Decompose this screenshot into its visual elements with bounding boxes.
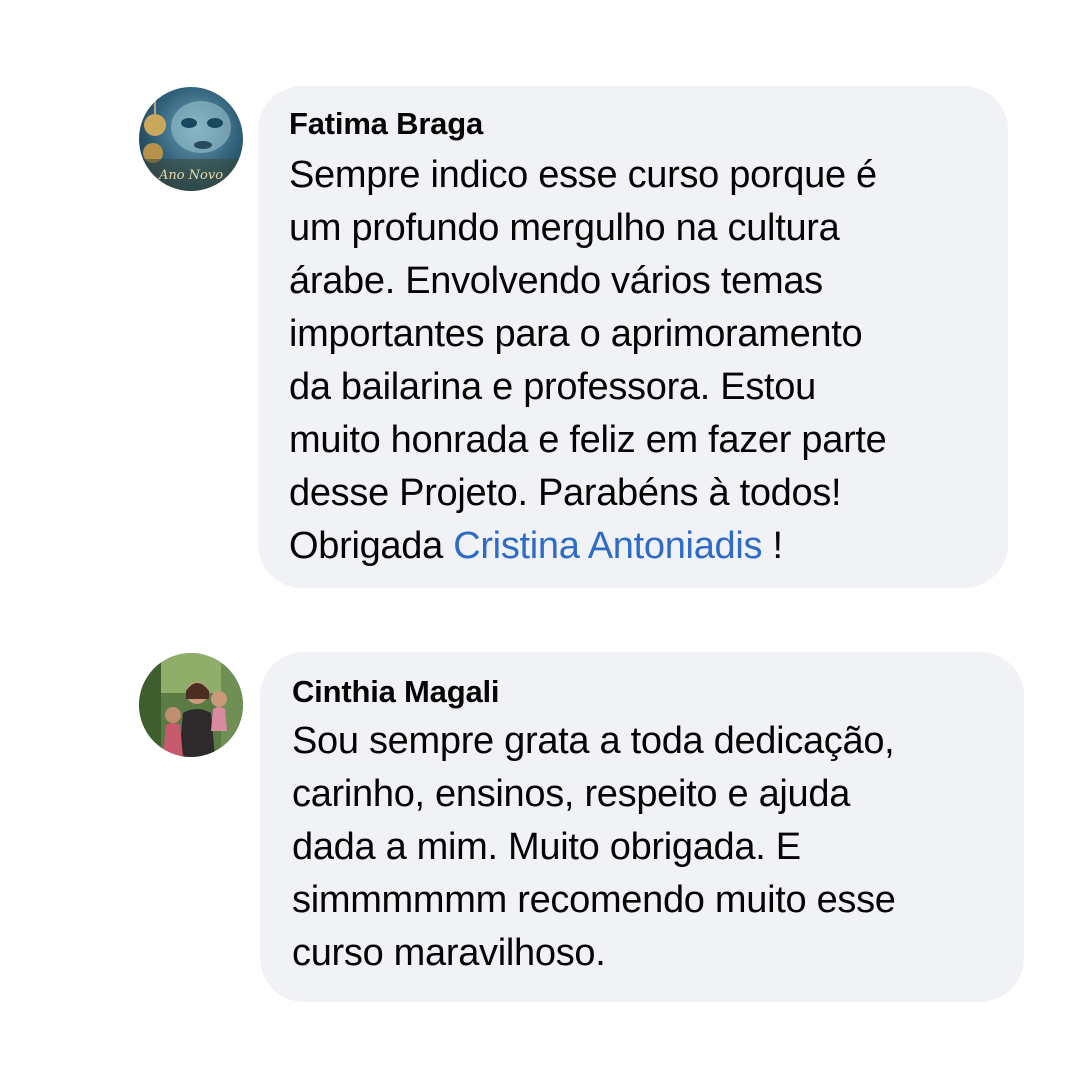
comment-author-name[interactable]: Fatima Braga xyxy=(289,104,978,144)
comment-line: dada a mim. Muito obrigada. E xyxy=(292,826,801,868)
comment-text: Sempre indico esse curso porque é um pro… xyxy=(289,149,978,573)
comment-text: Sou sempre grata a toda dedicação, carin… xyxy=(292,715,994,980)
comment-line: Obrigada Cristina Antoniadis ! xyxy=(289,525,783,567)
profile-photo-icon xyxy=(139,653,243,757)
comment-line: um profundo mergulho na cultura xyxy=(289,207,840,249)
comment-bubble: Cinthia Magali Sou sempre grata a toda d… xyxy=(260,652,1024,1002)
comment-line: importantes para o aprimoramento xyxy=(289,313,863,355)
comment-line: muito honrada e feliz em fazer parte xyxy=(289,419,887,461)
comment-line: desse Projeto. Parabéns à todos! xyxy=(289,472,842,514)
comment-line-suffix: ! xyxy=(762,525,783,567)
svg-text:Ano Novo: Ano Novo xyxy=(158,168,223,183)
comment-line: simmmmmm recomendo muito esse xyxy=(292,879,896,921)
comment-bubble: Fatima Braga Sempre indico esse curso po… xyxy=(258,86,1008,588)
comment-line: árabe. Envolvendo vários temas xyxy=(289,260,823,302)
comment-author-name[interactable]: Cinthia Magali xyxy=(292,672,994,712)
profile-photo-icon: Ano Novo xyxy=(139,87,243,191)
avatar-cinthia-magali[interactable] xyxy=(139,653,243,757)
mention-link[interactable]: Cristina Antoniadis xyxy=(453,525,762,567)
comment-line: Sempre indico esse curso porque é xyxy=(289,154,877,196)
comment-line: Sou sempre grata a toda dedicação, xyxy=(292,720,895,762)
comment-line-prefix: Obrigada xyxy=(289,525,454,567)
comment-line: da bailarina e professora. Estou xyxy=(289,366,816,408)
avatar-fatima-braga[interactable]: Ano Novo xyxy=(139,87,243,191)
comment-line: carinho, ensinos, respeito e ajuda xyxy=(292,773,851,815)
comment-line: curso maravilhoso. xyxy=(292,932,606,974)
